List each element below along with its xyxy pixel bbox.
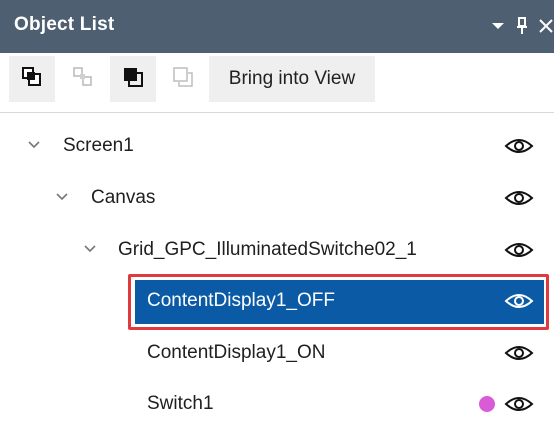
bring-to-front-button[interactable] xyxy=(9,56,55,102)
close-icon[interactable] xyxy=(538,16,554,36)
eye-icon[interactable] xyxy=(504,394,534,414)
chevron-down-icon[interactable] xyxy=(55,190,69,204)
tree-item-label: Canvas xyxy=(91,187,156,208)
object-list-panel: Object List Bring into View Screen1 Canv… xyxy=(0,0,554,425)
toolbar-divider xyxy=(0,112,554,113)
tree-item-switch1[interactable]: Switch1 xyxy=(0,380,554,425)
tree-item-canvas[interactable]: Canvas xyxy=(0,174,554,224)
titlebar-icons xyxy=(490,14,554,38)
bring-forward-button[interactable] xyxy=(60,56,106,102)
eye-icon[interactable] xyxy=(504,136,534,156)
send-to-back-button[interactable] xyxy=(110,56,156,102)
object-list-toolbar: Bring into View xyxy=(0,53,554,110)
annotation-highlight-box xyxy=(128,274,549,330)
panel-title: Object List xyxy=(14,14,115,35)
tree-item-label: Screen1 xyxy=(63,135,134,156)
eye-icon[interactable] xyxy=(504,188,534,208)
bring-forward-icon xyxy=(72,66,94,93)
chevron-down-icon[interactable] xyxy=(27,138,41,152)
bring-to-front-icon xyxy=(21,66,43,93)
tree-item-contentdisplay1-on[interactable]: ContentDisplay1_ON xyxy=(0,329,554,379)
send-to-back-icon xyxy=(122,66,144,93)
pin-icon[interactable] xyxy=(514,16,530,36)
panel-titlebar: Object List xyxy=(0,0,554,53)
send-backward-icon xyxy=(172,66,194,93)
chevron-down-icon[interactable] xyxy=(83,242,97,256)
bring-into-view-button[interactable]: Bring into View xyxy=(209,56,375,102)
eye-icon[interactable] xyxy=(504,343,534,363)
send-backward-button[interactable] xyxy=(160,56,206,102)
tree-item-grid[interactable]: Grid_GPC_IlluminatedSwitche02_1 xyxy=(0,226,554,276)
status-dot-icon xyxy=(479,396,495,412)
dropdown-arrow-icon[interactable] xyxy=(490,16,506,36)
tree-item-label: Switch1 xyxy=(147,393,214,414)
tree-item-label: Grid_GPC_IlluminatedSwitche02_1 xyxy=(118,239,417,260)
tree-item-label: ContentDisplay1_ON xyxy=(147,342,326,363)
eye-icon[interactable] xyxy=(504,240,534,260)
tree-item-screen1[interactable]: Screen1 xyxy=(0,122,554,172)
